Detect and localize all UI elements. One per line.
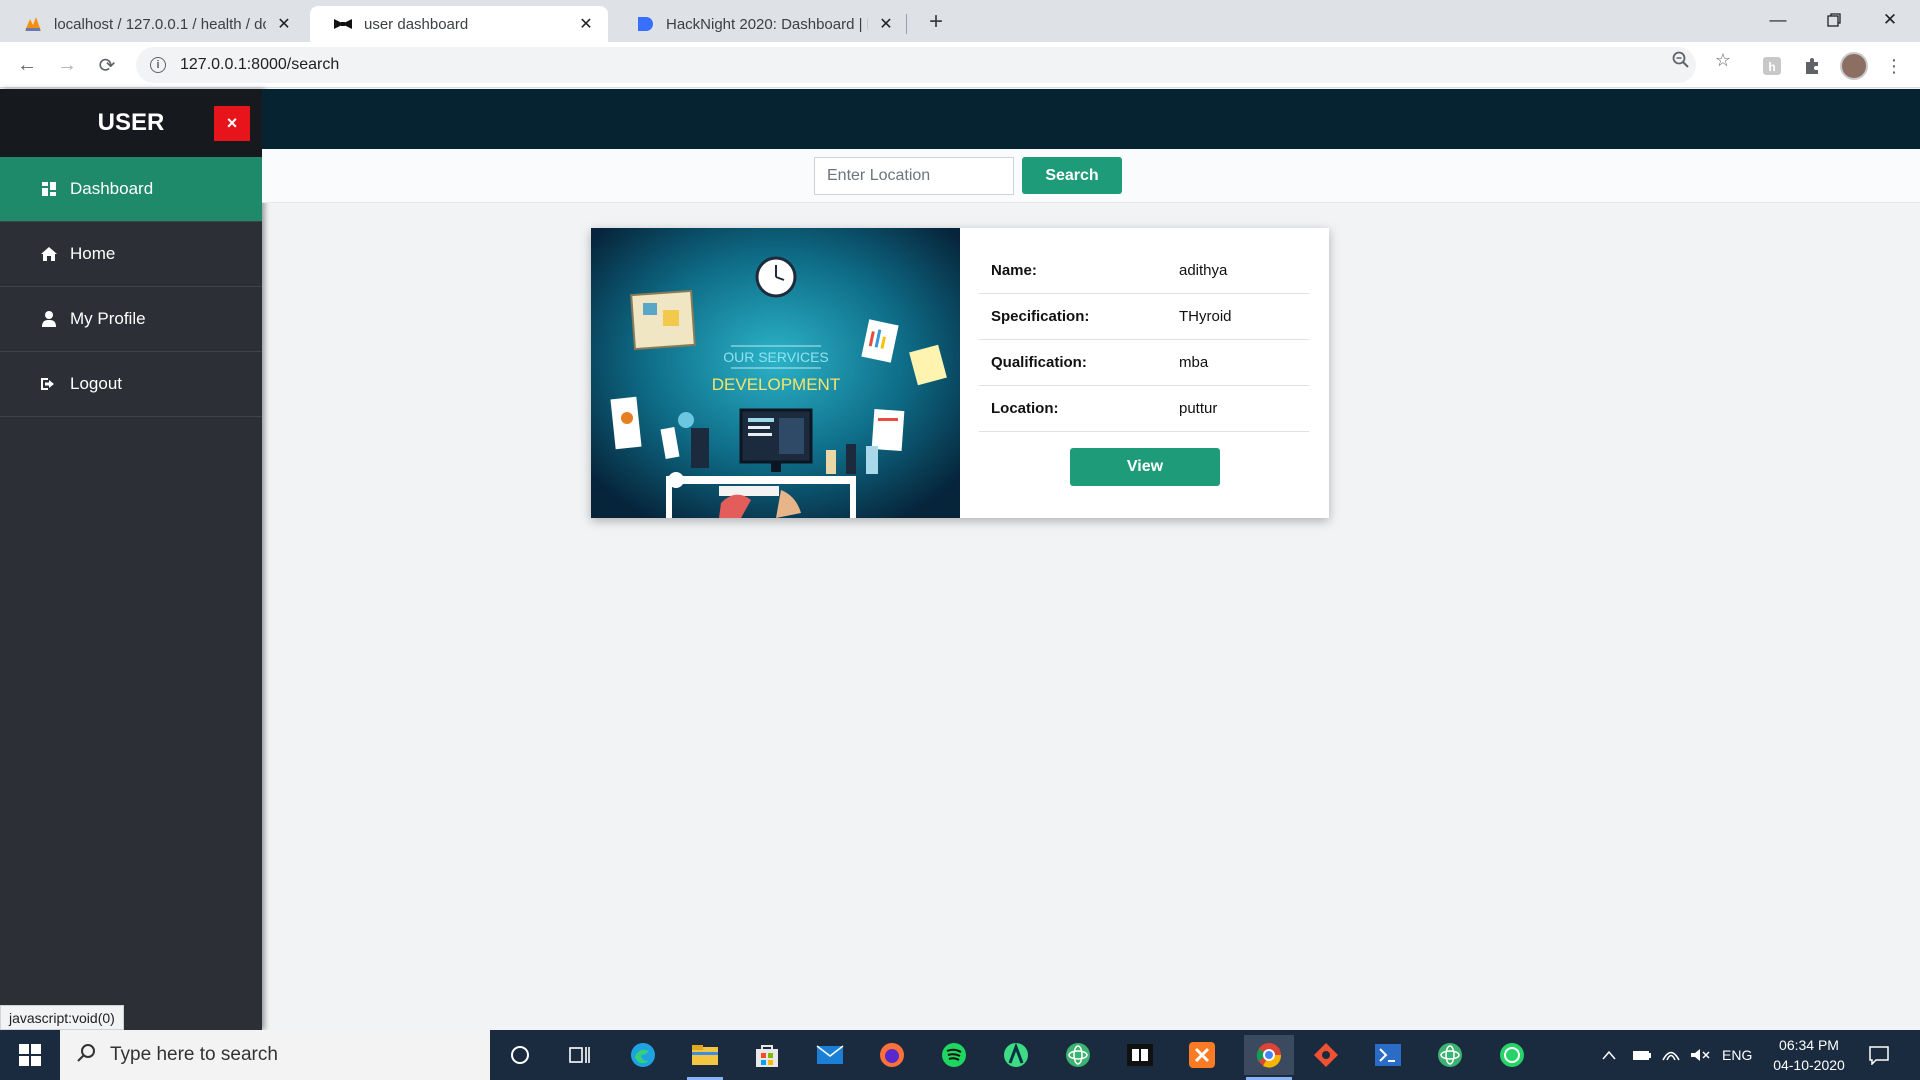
bowtie-icon <box>334 15 352 33</box>
dashboard-icon <box>40 182 58 196</box>
wifi-icon[interactable] <box>1662 1030 1680 1080</box>
zoom-icon[interactable] <box>1670 49 1692 71</box>
dolby-access-icon[interactable] <box>1120 1035 1160 1075</box>
git-kraken-icon[interactable] <box>1306 1035 1346 1075</box>
svg-text:OUR SERVICES: OUR SERVICES <box>723 349 829 365</box>
location-value: puttur <box>1179 400 1218 417</box>
android-studio-icon[interactable] <box>996 1035 1036 1075</box>
browser-toolbar: ← → ⟳ i 127.0.0.1:8000/search ☆ h ⋮ <box>0 42 1920 88</box>
back-arrow-icon[interactable]: ← <box>12 50 42 80</box>
chrome-icon[interactable] <box>1244 1035 1294 1080</box>
clock-time: 06:34 PM <box>1779 1037 1839 1053</box>
taskbar-search-box[interactable]: Type here to search <box>60 1030 490 1080</box>
user-icon <box>40 311 58 327</box>
extensions-puzzle-icon[interactable] <box>1800 54 1824 78</box>
search-bar: Search <box>262 149 1920 203</box>
browser-tab-hacknight[interactable]: HackNight 2020: Dashboard | De ✕ <box>612 6 908 42</box>
sidebar-item-label: Logout <box>70 374 122 393</box>
new-tab-button[interactable]: + <box>922 8 950 36</box>
bookmark-star-icon[interactable]: ☆ <box>1712 49 1734 71</box>
browser-tab-user-dashboard[interactable]: user dashboard ✕ <box>310 6 608 42</box>
minimize-button[interactable]: — <box>1750 0 1806 40</box>
name-value: adithya <box>1179 262 1228 279</box>
edge-icon[interactable] <box>623 1035 663 1075</box>
task-view-icon[interactable] <box>560 1035 600 1075</box>
spotify-icon[interactable] <box>934 1035 974 1075</box>
sidebar-item-logout[interactable]: Logout <box>0 352 262 417</box>
windows-start-icon[interactable] <box>0 1030 60 1080</box>
show-hidden-icons[interactable] <box>1602 1030 1616 1080</box>
volume-muted-icon[interactable] <box>1690 1030 1710 1080</box>
address-bar[interactable]: i 127.0.0.1:8000/search <box>136 47 1696 83</box>
chrome-menu-icon[interactable]: ⋮ <box>1882 54 1906 78</box>
restore-button[interactable] <box>1806 0 1862 40</box>
info-icon[interactable]: i <box>150 57 166 73</box>
sidebar-close-button[interactable]: × <box>214 106 250 141</box>
cortana-icon[interactable] <box>500 1035 540 1075</box>
close-tab-icon[interactable]: ✕ <box>274 14 294 34</box>
sidebar-item-dashboard[interactable]: Dashboard <box>0 157 262 222</box>
clock-date: 04-10-2020 <box>1773 1057 1845 1073</box>
whatsapp-icon[interactable] <box>1492 1035 1532 1075</box>
atom-icon[interactable] <box>1058 1035 1098 1075</box>
taskbar-search-placeholder: Type here to search <box>110 1044 278 1065</box>
home-icon <box>40 246 58 262</box>
tab-separator <box>906 14 907 34</box>
firefox-icon[interactable] <box>872 1035 912 1075</box>
name-label: Name: <box>991 262 1037 279</box>
reload-icon[interactable]: ⟳ <box>92 50 122 80</box>
browser-tab-strip: localhost / 127.0.0.1 / health / dc ✕ us… <box>0 0 1920 42</box>
specification-label: Specification: <box>991 308 1090 325</box>
extension-h-icon[interactable]: h <box>1760 54 1784 78</box>
mail-icon[interactable] <box>810 1035 850 1075</box>
file-explorer-icon[interactable] <box>685 1035 725 1080</box>
sidebar-item-label: Dashboard <box>70 179 154 198</box>
table-row: Specification: THyroid <box>979 294 1309 340</box>
sidebar-item-home[interactable]: Home <box>0 222 262 287</box>
logout-icon <box>40 377 58 391</box>
notification-center-icon[interactable] <box>1868 1030 1890 1080</box>
services-development-image: OUR SERVICES DEVELOPMENT <box>591 228 960 518</box>
taskbar-clock[interactable]: 06:34 PM 04-10-2020 <box>1764 1035 1854 1075</box>
profile-avatar[interactable] <box>1840 52 1868 80</box>
battery-icon[interactable] <box>1632 1030 1652 1080</box>
browser-tab-phpmyadmin[interactable]: localhost / 127.0.0.1 / health / dc ✕ <box>0 6 306 42</box>
location-search-input[interactable] <box>814 157 1014 195</box>
table-row: Location: puttur <box>979 386 1309 432</box>
phpmyadmin-icon <box>24 15 42 33</box>
windows-taskbar: Type here to search ENG 06:34 PM 04-10-2… <box>0 1030 1920 1080</box>
close-tab-icon[interactable]: ✕ <box>876 14 896 34</box>
view-button[interactable]: View <box>1070 448 1220 486</box>
close-tab-icon[interactable]: ✕ <box>576 14 596 34</box>
devfolio-icon <box>636 15 654 33</box>
microsoft-store-icon[interactable] <box>747 1035 787 1075</box>
sidebar-item-my-profile[interactable]: My Profile <box>0 287 262 352</box>
search-button[interactable]: Search <box>1022 157 1122 194</box>
result-card: OUR SERVICES DEVELOPMENT Name: adithya S… <box>591 228 1329 518</box>
xampp-icon[interactable] <box>1182 1035 1222 1075</box>
close-window-button[interactable]: ✕ <box>1862 0 1918 40</box>
forward-arrow-icon[interactable]: → <box>52 50 82 80</box>
qualification-label: Qualification: <box>991 354 1087 371</box>
sidebar-header: USER × <box>0 89 262 157</box>
top-navbar <box>262 89 1920 149</box>
search-icon <box>76 1043 96 1068</box>
atom-alt-icon[interactable] <box>1430 1035 1470 1075</box>
svg-text:h: h <box>1768 60 1775 74</box>
sidebar-item-label: My Profile <box>70 309 146 328</box>
specification-value: THyroid <box>1179 308 1232 325</box>
sidebar: USER × Dashboard Home My Profile Logout <box>0 89 262 1030</box>
sidebar-item-label: Home <box>70 244 116 263</box>
table-row: Name: adithya <box>979 248 1309 294</box>
svg-text:DEVELOPMENT: DEVELOPMENT <box>712 375 840 394</box>
result-details-table: Name: adithya Specification: THyroid Qua… <box>979 248 1309 432</box>
powershell-icon[interactable] <box>1368 1035 1408 1075</box>
link-status-bar: javascript:void(0) <box>0 1005 124 1030</box>
table-row: Qualification: mba <box>979 340 1309 386</box>
language-indicator[interactable]: ENG <box>1722 1030 1752 1080</box>
qualification-value: mba <box>1179 354 1209 371</box>
location-label: Location: <box>991 400 1059 417</box>
